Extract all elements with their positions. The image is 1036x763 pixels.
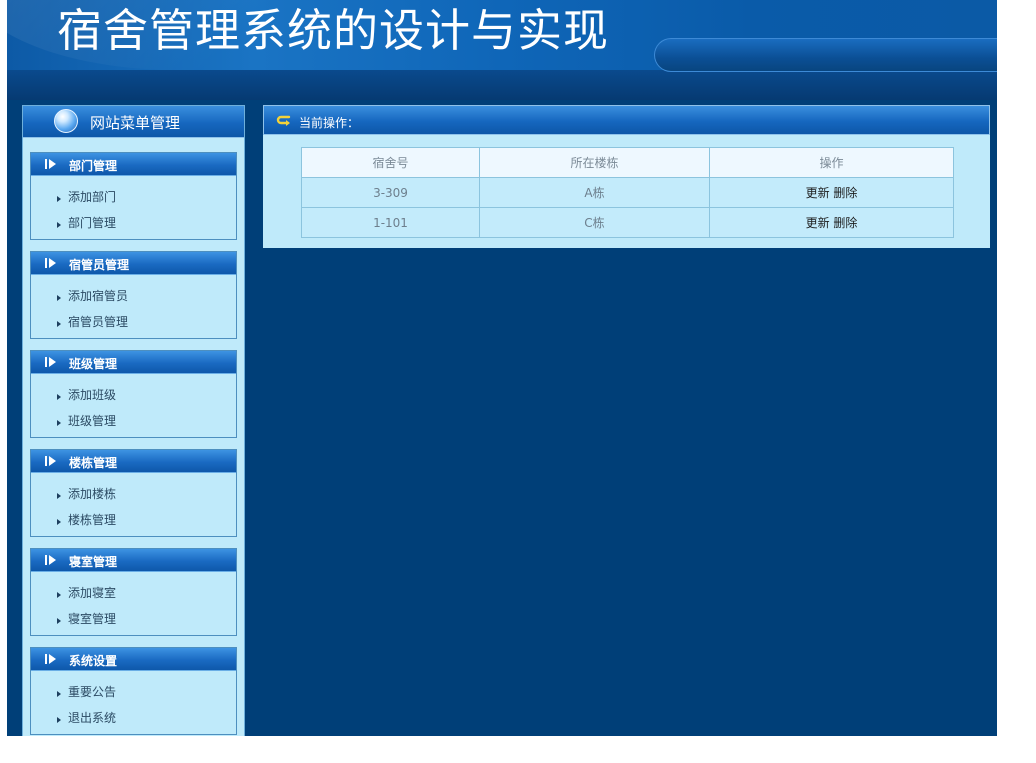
bullet-icon	[57, 221, 61, 228]
menu-item-dorm-admin-manage[interactable]: 宿管员管理	[57, 313, 128, 330]
table-header-row: 宿舍号 所在楼栋 操作	[301, 147, 954, 178]
menu-group-title: 宿管员管理	[69, 258, 130, 272]
cell-actions: 更新 删除	[709, 177, 954, 208]
menu-item-logout[interactable]: 退出系统	[57, 709, 116, 726]
update-link[interactable]: 更新	[806, 216, 830, 230]
menu-item-add-class[interactable]: 添加班级	[57, 386, 116, 403]
site-title: 宿舍管理系统的设计与实现	[57, 4, 610, 57]
globe-icon	[54, 109, 78, 133]
menu-group-title: 部门管理	[69, 159, 118, 173]
menu-item-add-building[interactable]: 添加楼栋	[57, 485, 116, 502]
menu-item-add-department[interactable]: 添加部门	[57, 188, 116, 205]
sidebar-menu: 网站菜单管理 部门管理 添加部门 部门管理 宿管员管理 添加宿管员 宿管员管理 …	[22, 105, 245, 736]
main-panel-header: 当前操作：	[263, 105, 990, 135]
delete-link[interactable]: 删除	[833, 186, 857, 200]
dorm-room-table: 宿舍号 所在楼栋 操作 3-309 A栋 更新 删除 1-101 C栋 更新 删…	[301, 147, 954, 238]
sidebar-header: 网站菜单管理	[23, 106, 244, 138]
bullet-icon	[57, 591, 61, 598]
cell-actions: 更新 删除	[709, 207, 954, 238]
menu-group-department: 部门管理 添加部门 部门管理	[30, 152, 237, 240]
column-header-room: 宿舍号	[301, 147, 480, 178]
menu-group-title: 寝室管理	[69, 555, 118, 569]
menu-group-header[interactable]: 宿管员管理	[31, 252, 236, 275]
menu-group-building: 楼栋管理 添加楼栋 楼栋管理	[30, 449, 237, 537]
menu-item-class-manage[interactable]: 班级管理	[57, 412, 116, 429]
delete-link[interactable]: 删除	[833, 216, 857, 230]
bullet-icon	[57, 393, 61, 400]
menu-group-header[interactable]: 系统设置	[31, 648, 236, 671]
menu-item-dormroom-manage[interactable]: 寝室管理	[57, 610, 116, 627]
bullet-icon	[57, 518, 61, 525]
menu-group-title: 楼栋管理	[69, 456, 118, 470]
column-header-actions: 操作	[709, 147, 954, 178]
update-link[interactable]: 更新	[806, 186, 830, 200]
cell-room: 1-101	[301, 207, 480, 238]
table-row: 1-101 C栋 更新 删除	[301, 207, 954, 238]
bullet-icon	[57, 716, 61, 723]
return-arrow-icon	[276, 115, 291, 126]
menu-group-title: 系统设置	[69, 654, 118, 668]
bullet-icon	[57, 419, 61, 426]
bullet-icon	[57, 320, 61, 327]
bullet-icon	[57, 617, 61, 624]
menu-group-header[interactable]: 班级管理	[31, 351, 236, 374]
sidebar-title: 网站菜单管理	[90, 114, 181, 132]
cell-building: C栋	[479, 207, 710, 238]
menu-group-header[interactable]: 部门管理	[31, 153, 236, 176]
menu-group-system-settings: 系统设置 重要公告 退出系统	[30, 647, 237, 735]
cell-room: 3-309	[301, 177, 480, 208]
table-row: 3-309 A栋 更新 删除	[301, 177, 954, 208]
column-header-building: 所在楼栋	[479, 147, 710, 178]
play-arrow-icon	[45, 357, 56, 367]
bullet-icon	[57, 195, 61, 202]
menu-item-announcements[interactable]: 重要公告	[57, 683, 116, 700]
cell-building: A栋	[479, 177, 710, 208]
menu-group-dorm-admin: 宿管员管理 添加宿管员 宿管员管理	[30, 251, 237, 339]
play-arrow-icon	[45, 159, 56, 169]
menu-item-add-dormroom[interactable]: 添加寝室	[57, 584, 116, 601]
header-pill-decoration	[654, 38, 997, 72]
menu-item-building-manage[interactable]: 楼栋管理	[57, 511, 116, 528]
play-arrow-icon	[45, 258, 56, 268]
menu-group-header[interactable]: 寝室管理	[31, 549, 236, 572]
menu-item-department-manage[interactable]: 部门管理	[57, 214, 116, 231]
bullet-icon	[57, 690, 61, 697]
bullet-icon	[57, 492, 61, 499]
header-band	[7, 70, 997, 100]
menu-group-class: 班级管理 添加班级 班级管理	[30, 350, 237, 438]
menu-item-add-dorm-admin[interactable]: 添加宿管员	[57, 287, 128, 304]
play-arrow-icon	[45, 555, 56, 565]
site-header: 宿舍管理系统的设计与实现	[7, 0, 997, 100]
play-arrow-icon	[45, 654, 56, 664]
main-panel: 当前操作： 宿舍号 所在楼栋 操作 3-309 A栋 更新 删除 1-101 C…	[263, 105, 990, 248]
bullet-icon	[57, 294, 61, 301]
app-frame: 宿舍管理系统的设计与实现 网站菜单管理 部门管理 添加部门 部门管理 宿管员管理…	[7, 0, 997, 736]
menu-group-header[interactable]: 楼栋管理	[31, 450, 236, 473]
current-operation-label: 当前操作：	[299, 116, 360, 130]
play-arrow-icon	[45, 456, 56, 466]
menu-group-dormroom: 寝室管理 添加寝室 寝室管理	[30, 548, 237, 636]
menu-group-title: 班级管理	[69, 357, 118, 371]
